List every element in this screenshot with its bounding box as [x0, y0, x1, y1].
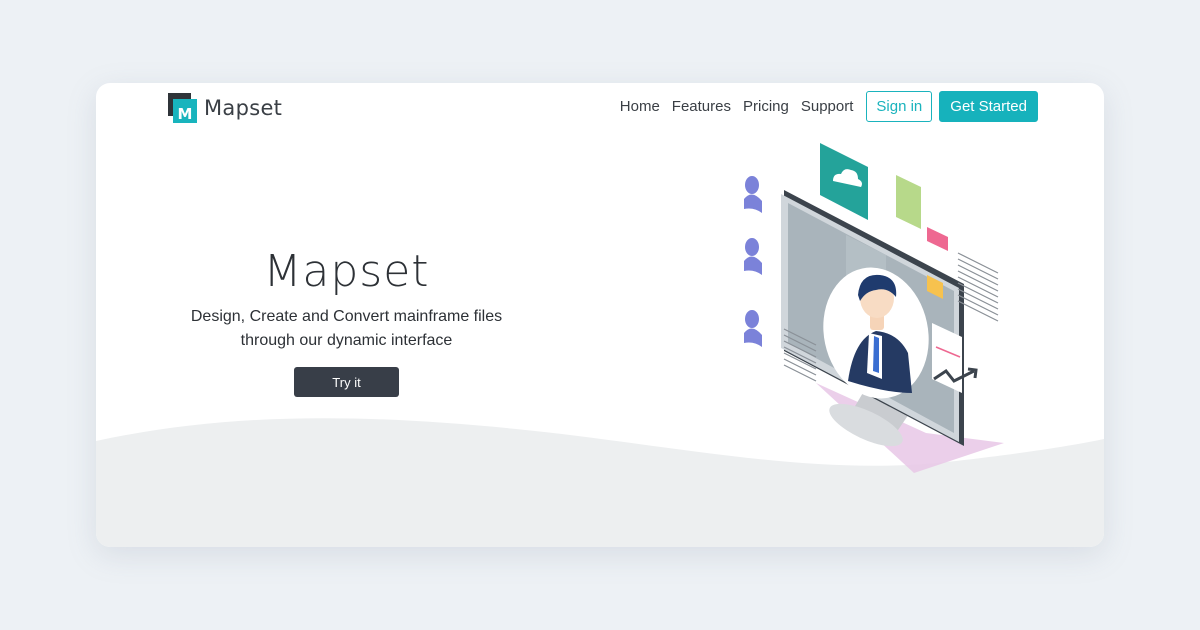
hero-section: Mapset Design, Create and Convert mainfr…: [180, 243, 513, 397]
logo-mark-icon: M: [168, 93, 198, 123]
hero-illustration: [744, 143, 1004, 473]
green-card: [896, 175, 921, 229]
hero-subtitle: Design, Create and Convert mainframe fil…: [180, 305, 513, 353]
cloud-card: [820, 143, 868, 220]
nav-link-features[interactable]: Features: [672, 98, 731, 115]
navbar: M Mapset Home Features Pricing Support S…: [96, 83, 1104, 135]
logo-text: Mapset: [204, 96, 283, 120]
try-it-button[interactable]: Try it: [294, 367, 399, 397]
nav-link-pricing[interactable]: Pricing: [743, 98, 789, 115]
hero-subtitle-line-1: Design, Create and Convert mainframe fil…: [190, 308, 503, 325]
nav-link-support[interactable]: Support: [801, 98, 854, 115]
hero-title: Mapset: [263, 246, 430, 297]
nav-link-home[interactable]: Home: [620, 98, 660, 115]
sign-in-button[interactable]: Sign in: [866, 91, 933, 122]
pink-tag: [927, 227, 948, 251]
hero-subtitle-line-2: through our dynamic interface: [240, 332, 453, 349]
logo[interactable]: M Mapset: [168, 92, 282, 124]
landing-card: M Mapset Home Features Pricing Support S…: [96, 83, 1104, 547]
nav-menu: Home Features Pricing Support Sign in Ge…: [620, 91, 1038, 122]
user-icon: [744, 176, 762, 347]
logo-letter: M: [178, 105, 193, 123]
get-started-button[interactable]: Get Started: [939, 91, 1038, 122]
